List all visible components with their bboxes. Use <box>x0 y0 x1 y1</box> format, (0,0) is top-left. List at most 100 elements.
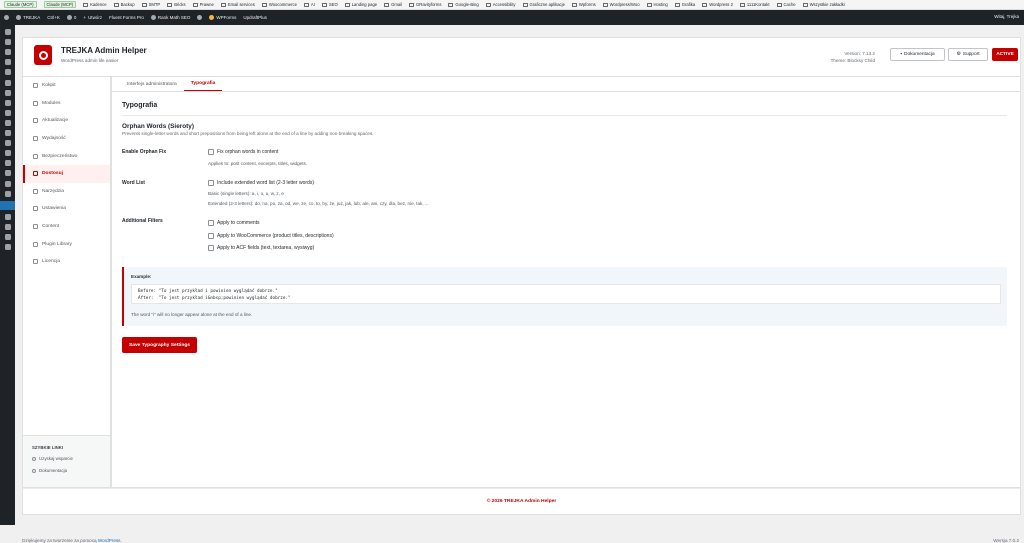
wpforms-link[interactable]: WPForms <box>209 15 236 20</box>
site-name[interactable]: TREJKA <box>16 15 40 20</box>
bookmark-folder[interactable]: Gmail <box>384 2 402 7</box>
save-button[interactable]: Save Typography Settings <box>122 337 197 353</box>
menu-icon[interactable] <box>4 39 11 46</box>
bookmark-folder[interactable]: Graficzne aplikacje <box>522 2 565 7</box>
plugin-title: TREJKA Admin Helper <box>61 46 147 55</box>
bookmark-folder[interactable]: 1111Kontakt <box>739 2 770 7</box>
user-greeting[interactable]: Witaj, Trejka <box>994 14 1019 19</box>
sidebar-item-security[interactable]: Bezpieczeństwo <box>23 147 110 165</box>
support-button[interactable]: ⚙ Support <box>948 48 988 61</box>
apply-acf-checkbox[interactable]: Apply to ACF fields (text, textarea, wys… <box>208 245 314 251</box>
checkbox[interactable] <box>208 245 214 251</box>
trejka-icon[interactable] <box>0 200 15 210</box>
users-icon[interactable] <box>4 180 11 187</box>
sidebar-item-plugin-library[interactable]: Plugin Library <box>23 235 110 253</box>
sidebar-item-customize[interactable]: Dostosuj <box>23 164 110 183</box>
fluent-forms-link[interactable]: Fluent Forms Pro <box>109 15 144 20</box>
menu-icon[interactable] <box>4 109 11 116</box>
checkbox[interactable] <box>208 233 214 239</box>
new-content[interactable]: + Utwórz <box>83 15 102 20</box>
library-icon <box>33 241 38 247</box>
menu-icon[interactable] <box>4 223 11 230</box>
bookmark-folder[interactable]: Wordpress/Woo <box>602 2 640 7</box>
bookmark-folder[interactable]: AI <box>303 2 315 7</box>
menu-icon[interactable] <box>4 150 11 157</box>
wordpress-link[interactable]: WordPress <box>98 538 121 543</box>
comments-icon[interactable] <box>4 89 11 96</box>
apply-woocommerce-checkbox[interactable]: Apply to WooCommerce (product titles, de… <box>208 233 334 239</box>
quick-links: SZYBKIE LINKI Uzyskaj wsparcie Dokumenta… <box>23 435 110 487</box>
bookmark-folder[interactable]: Wordpress 2 <box>702 2 733 7</box>
sidebar-item-modules[interactable]: Modules <box>23 95 110 113</box>
sidebar-item-tools[interactable]: Narzędzia <box>23 183 110 201</box>
menu-icon[interactable] <box>4 99 11 106</box>
sidebar-item-performance[interactable]: Wydajność <box>23 130 110 148</box>
bookmark-folder[interactable]: Email services <box>220 2 255 7</box>
pin-icon[interactable] <box>4 59 11 66</box>
bookmark-folder[interactable]: SMTP <box>141 2 160 7</box>
bookmark-folder[interactable]: Kadence <box>83 2 107 7</box>
bookmark-folder[interactable]: Accessibility <box>485 2 516 7</box>
collapse-icon[interactable] <box>4 244 11 251</box>
info-link[interactable] <box>197 15 203 20</box>
pages-icon[interactable] <box>4 79 11 86</box>
plugins-icon[interactable] <box>4 170 11 177</box>
quick-link-support[interactable]: Uzyskaj wsparcie <box>32 456 73 461</box>
bookmark-folder[interactable]: Bricks <box>167 2 186 7</box>
menu-icon[interactable] <box>4 140 11 147</box>
checkbox[interactable] <box>208 180 214 186</box>
home-icon <box>16 15 21 20</box>
sidebar-item-updates[interactable]: Aktualizacje <box>23 112 110 130</box>
bookmark-folder[interactable]: Hosting <box>646 2 668 7</box>
folder-icon <box>384 2 390 7</box>
extended-list-checkbox[interactable]: Include extended word list (2-3 letter w… <box>208 180 314 186</box>
tools-icon[interactable] <box>4 190 11 197</box>
dashboard-icon[interactable] <box>4 29 11 36</box>
orphan-fix-hint: Applies to: post content, excerpts, titl… <box>208 161 308 166</box>
plugin-footer: © 2026 TREJKA Admin Helper <box>22 488 1021 515</box>
bookmark-folder[interactable]: Google-Bing <box>448 2 479 7</box>
bookmark-tab[interactable]: Claude (MCP) <box>4 1 37 8</box>
bookmark-folder[interactable]: Prawne <box>192 2 214 7</box>
wrench-icon <box>33 188 38 194</box>
wp-logo[interactable] <box>4 15 9 20</box>
appearance-icon[interactable] <box>4 160 11 167</box>
tab-admin-interface[interactable]: Interfejs administratora <box>120 77 184 91</box>
menu-icon[interactable] <box>4 233 11 240</box>
orphan-fix-checkbox[interactable]: Fix orphan words in content <box>208 149 278 155</box>
tab-typography[interactable]: Typografia <box>183 77 223 91</box>
sidebar-item-kokpit[interactable]: Kokpit <box>23 77 110 95</box>
updraftplus-link[interactable]: UpdraftPlus <box>243 15 267 20</box>
after-line: After: "To jest przykład i&nbsp;powinien… <box>138 296 291 301</box>
brush-icon <box>33 171 38 177</box>
main-area: TREJKA Admin Helper WordPress admin life… <box>15 25 1024 543</box>
bookmark-folder[interactable]: Cache <box>776 2 796 7</box>
bookmark-folder[interactable]: SEO <box>321 2 338 7</box>
sidebar-item-content[interactable]: Content <box>23 218 110 236</box>
bookmark-folder[interactable]: Backup <box>113 2 135 7</box>
menu-icon[interactable] <box>4 130 11 137</box>
checkbox[interactable] <box>208 220 214 226</box>
all-bookmarks[interactable]: Wszystkie zakładki <box>802 2 845 7</box>
comments-link[interactable]: 0 <box>66 15 76 20</box>
documentation-button[interactable]: ▪ Dokumentacja <box>890 48 945 61</box>
bookmark-folder[interactable]: Wpforms <box>571 2 596 7</box>
rankmath-link[interactable]: Rank Math SEO <box>150 15 190 20</box>
settings-icon[interactable] <box>4 213 11 220</box>
checkbox[interactable] <box>208 149 214 155</box>
bookmark-folder[interactable]: Landing page <box>344 2 377 7</box>
bookmark-folder[interactable]: GRavityforms <box>409 2 441 7</box>
media-icon[interactable] <box>4 69 11 76</box>
apply-comments-checkbox[interactable]: Apply to comments <box>208 220 260 226</box>
content-icon <box>33 224 38 230</box>
menu-icon[interactable] <box>4 119 11 126</box>
quick-links-title: SZYBKIE LINKI <box>32 445 64 450</box>
command-palette[interactable]: Ctrl+K <box>47 15 60 20</box>
bookmark-folder[interactable]: Woocommerce <box>261 2 297 7</box>
menu-icon[interactable] <box>4 49 11 56</box>
bookmark-tab[interactable]: Claude (MCP) <box>43 1 77 8</box>
sidebar-item-settings[interactable]: Ustawienia <box>23 200 110 218</box>
sidebar-item-license[interactable]: Licencja <box>23 253 110 271</box>
bookmark-folder[interactable]: Grafika <box>674 2 695 7</box>
quick-link-docs[interactable]: Dokumentacja <box>32 468 67 473</box>
